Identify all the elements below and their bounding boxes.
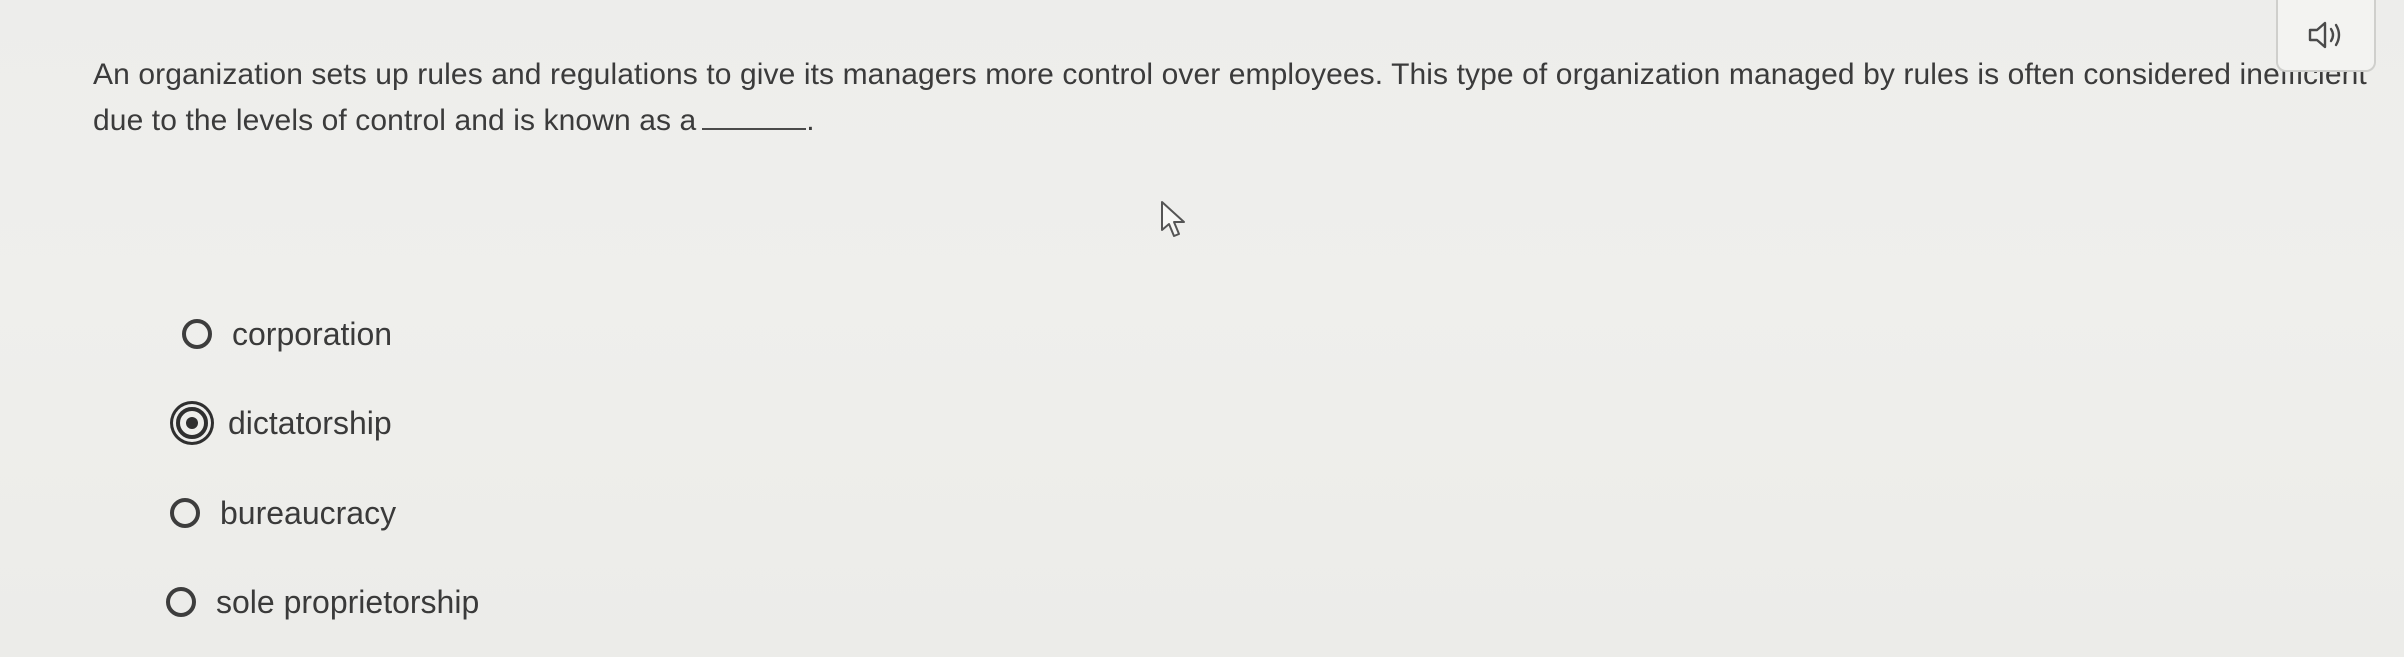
option-dictatorship[interactable]: dictatorship: [176, 400, 392, 446]
option-label: sole proprietorship: [216, 583, 480, 620]
mouse-pointer-icon: [1160, 200, 1190, 245]
question-body: An organization sets up rules and regula…: [93, 58, 2367, 137]
option-bureaucracy[interactable]: bureaucracy: [170, 490, 396, 536]
radio-button[interactable]: [166, 587, 196, 617]
answer-blank: [702, 98, 807, 130]
option-label: corporation: [232, 315, 393, 352]
option-sole-proprietorship[interactable]: sole proprietorship: [166, 579, 479, 625]
radio-button[interactable]: [182, 319, 212, 349]
question-text: An organization sets up rules and regula…: [93, 52, 2393, 144]
option-label: dictatorship: [228, 404, 392, 441]
question-end-punctuation: .: [806, 104, 815, 137]
radio-button[interactable]: [170, 498, 200, 528]
radio-button-selected[interactable]: [176, 407, 208, 439]
audio-button[interactable]: [2276, 0, 2376, 72]
speaker-icon: [2306, 18, 2346, 52]
option-corporation[interactable]: corporation: [182, 311, 392, 357]
option-label: bureaucracy: [220, 494, 397, 531]
